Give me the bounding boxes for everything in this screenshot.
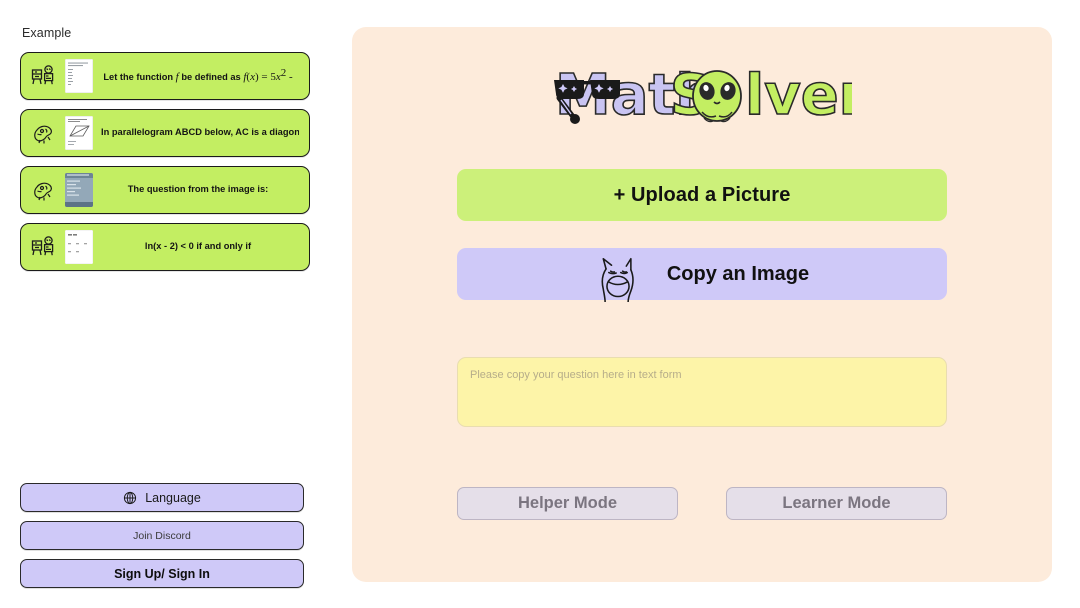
example-card-3-text: The question from the image is: xyxy=(127,184,269,195)
main-panel: Math S lver xyxy=(352,27,1052,582)
sidebar: Example Let the function f be defined as… xyxy=(0,0,330,608)
logo-text-lver: lver xyxy=(745,63,852,128)
copy-image-button-label: Copy an Image xyxy=(666,262,810,285)
app-logo: Math S lver xyxy=(352,60,1052,132)
example-card-1-text: Let the function f be defined as f(x) = … xyxy=(103,67,293,84)
sign-up-sign-in-button-label: Sign Up/ Sign In xyxy=(114,566,210,581)
example-card-2[interactable]: In parallelogram ABCD below, AC is a dia… xyxy=(20,109,310,157)
language-button-label: Language xyxy=(145,490,201,505)
upload-picture-button-label: + Upload a Picture xyxy=(613,183,791,206)
helper-mode-button-label: Helper Mode xyxy=(517,494,618,512)
example-list: Let the function f be defined as f(x) = … xyxy=(20,52,310,271)
teacher-blackboard-icon xyxy=(31,65,54,85)
helper-mode-button[interactable]: Helper Mode xyxy=(457,487,678,520)
example-card-3[interactable]: The question from the image is: xyxy=(20,166,310,214)
alien-face-icon xyxy=(692,70,742,123)
upload-picture-button[interactable]: + Upload a Picture xyxy=(457,169,947,221)
example-card-2-text: In parallelogram ABCD below, AC is a dia… xyxy=(101,127,299,138)
app-root: Example Let the function f be defined as… xyxy=(0,0,1080,608)
learner-mode-button[interactable]: Learner Mode xyxy=(726,487,947,520)
example-section-label: Example xyxy=(22,26,72,40)
example-thumbnail-1 xyxy=(65,59,93,93)
example-card-1[interactable]: Let the function f be defined as f(x) = … xyxy=(20,52,310,100)
sign-up-sign-in-button[interactable]: Sign Up/ Sign In xyxy=(20,559,304,588)
learner-mode-button-label: Learner Mode xyxy=(782,494,891,512)
example-thumbnail-2 xyxy=(65,116,93,150)
example-card-4[interactable]: ln(x - 2) < 0 if and only if xyxy=(20,223,310,271)
example-card-4-text: ln(x - 2) < 0 if and only if xyxy=(144,241,252,252)
mathsolver-logo: Math S lver xyxy=(554,62,852,129)
screaming-cat-icon xyxy=(601,257,634,302)
sidebar-bottom-buttons: Language Join Discord Sign Up/ Sign In xyxy=(20,483,304,588)
dino-scribble-icon xyxy=(34,182,52,201)
copy-image-button[interactable]: Copy an Image xyxy=(457,248,947,302)
language-button[interactable]: Language xyxy=(20,483,304,512)
question-input[interactable] xyxy=(457,357,947,427)
globe-icon xyxy=(124,491,137,504)
dino-scribble-icon xyxy=(34,125,52,144)
mode-button-row: Helper Mode Learner Mode xyxy=(457,487,947,520)
join-discord-button-label: Join Discord xyxy=(133,529,191,542)
teacher-blackboard-icon xyxy=(31,236,54,256)
example-thumbnail-4 xyxy=(65,230,93,264)
join-discord-button[interactable]: Join Discord xyxy=(20,521,304,550)
example-thumbnail-3 xyxy=(65,173,93,207)
